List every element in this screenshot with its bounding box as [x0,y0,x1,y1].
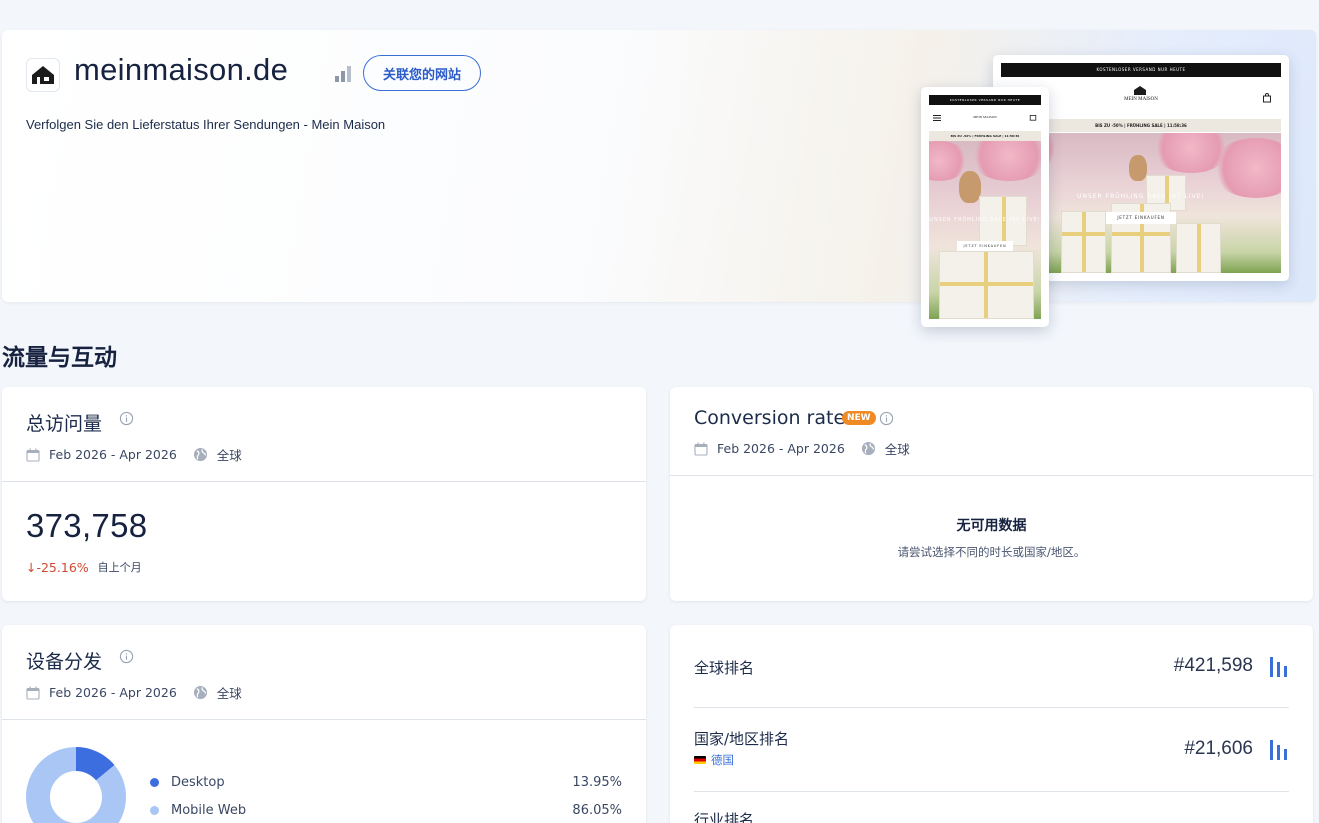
region: 全球 [216,448,242,463]
total-visits-card: 总访问量 Feb 2026 - Apr 2026 全球 373,758 ↓-25… [2,387,646,601]
row-divider [694,791,1289,792]
device-donut-chart[interactable] [26,747,126,823]
germany-flag-icon [694,756,706,764]
preview-mobile-shop-button: JETZT EINKAUFEN [957,241,1013,251]
ranks-card: 全球排名 #421,598 国家/地区排名 德国 #21,606 行业排名 [670,625,1313,823]
info-icon[interactable] [879,411,894,426]
globe-icon [193,447,207,462]
preview-bag-icon [1263,93,1271,103]
rank-trend-icon[interactable] [1269,657,1289,677]
legend-value: 86.05% [572,803,622,818]
site-domain: meinmaison.de [74,52,289,87]
rank-trend-icon[interactable] [1269,740,1289,760]
preview-mobile-brand: MEIN MAISON [973,115,997,119]
section-title: 流量与互动 [2,345,117,371]
preview-mobile-sale-bar: BIS ZU -50% | FRÜHLING SALE | 11:58:36 [929,131,1041,141]
preview-shop-button: JETZT EINKAUFEN [1106,212,1176,224]
legend-dot [150,806,159,815]
calendar-icon [694,442,708,456]
card-divider [670,475,1313,476]
country-link[interactable]: 德国 [694,752,734,768]
legend-value: 13.95% [572,775,622,790]
card-title: 设备分发 [26,651,103,673]
no-data-hint: 请尝试选择不同的时长或国家/地区。 [897,545,1086,559]
date-range: Feb 2026 - Apr 2026 [49,447,177,462]
industry-rank-label: 行业排名 [694,811,755,823]
preview-mobile-hero-text: UNSER FRÜHLING SALE IST LIVE! [929,217,1041,223]
connect-website-button[interactable]: 关联您的网站 [363,55,481,91]
card-meta: Feb 2026 - Apr 2026 全球 [26,445,242,464]
date-range: Feb 2026 - Apr 2026 [49,685,177,700]
new-badge: NEW [842,411,876,425]
country-rank-label: 国家/地区排名 [694,730,790,748]
legend-label: Mobile Web [171,803,247,818]
preview-mobile-topbar: KOSTENLOSER VERSAND NUR HEUTE [929,95,1041,105]
card-meta: Feb 2026 - Apr 2026 全球 [26,683,242,702]
global-rank-value: #421,598 [1173,655,1253,676]
change-percent: ↓-25.16% [26,559,89,575]
card-divider [2,719,646,720]
card-title: Conversion rate [694,407,846,429]
country-rank-value: #21,606 [1184,738,1253,759]
site-description: Verfolgen Sie den Lieferstatus Ihrer Sen… [26,117,386,132]
preview-house-icon [1134,86,1146,95]
country-name: 德国 [711,753,734,767]
preview-mobile-hero-image: UNSER FRÜHLING SALE IST LIVE! JETZT EINK… [929,141,1041,319]
row-divider [694,707,1289,708]
global-rank-label: 全球排名 [694,659,755,677]
global-rank-row: 全球排名 #421,598 [694,655,1289,685]
preview-menu-icon [933,115,941,121]
site-logo [26,58,60,92]
legend-label: Desktop [171,775,225,790]
calendar-icon [26,448,40,462]
preview-brand: MEIN MAISON [1124,97,1158,102]
globe-icon [861,441,875,456]
mobile-site-preview[interactable]: KOSTENLOSER VERSAND NUR HEUTE MEIN MAISO… [921,87,1049,327]
legend-row-mobile: Mobile Web 86.05% [150,803,622,818]
date-range: Feb 2026 - Apr 2026 [717,441,845,456]
info-icon[interactable] [119,649,134,664]
card-title: 总访问量 [26,413,103,435]
calendar-icon [26,686,40,700]
device-distribution-card: 设备分发 Feb 2026 - Apr 2026 全球 Desktop 13.9… [2,625,646,823]
visits-change: ↓-25.16% 自上个月 [26,559,142,575]
legend-row-desktop: Desktop 13.95% [150,775,622,790]
legend-dot [150,778,159,787]
house-logo-icon [32,66,54,84]
region: 全球 [884,442,910,457]
preview-topbar: KOSTENLOSER VERSAND NUR HEUTE [1001,63,1281,77]
card-meta: Feb 2026 - Apr 2026 全球 [694,439,910,458]
info-icon[interactable] [119,411,134,426]
conversion-rate-card: Conversion rate NEW Feb 2026 - Apr 2026 … [670,387,1313,601]
preview-mobile-bag-icon [1029,115,1037,121]
no-data-title: 无可用数据 [956,518,1027,534]
rank-level-icon [335,66,351,82]
globe-icon [193,685,207,700]
industry-rank-row: 行业排名 [694,809,1289,823]
country-rank-row: 国家/地区排名 德国 #21,606 [694,728,1289,772]
region: 全球 [216,686,242,701]
change-suffix: 自上个月 [97,561,142,574]
total-visits-value: 373,758 [26,507,148,544]
card-divider [2,481,646,482]
